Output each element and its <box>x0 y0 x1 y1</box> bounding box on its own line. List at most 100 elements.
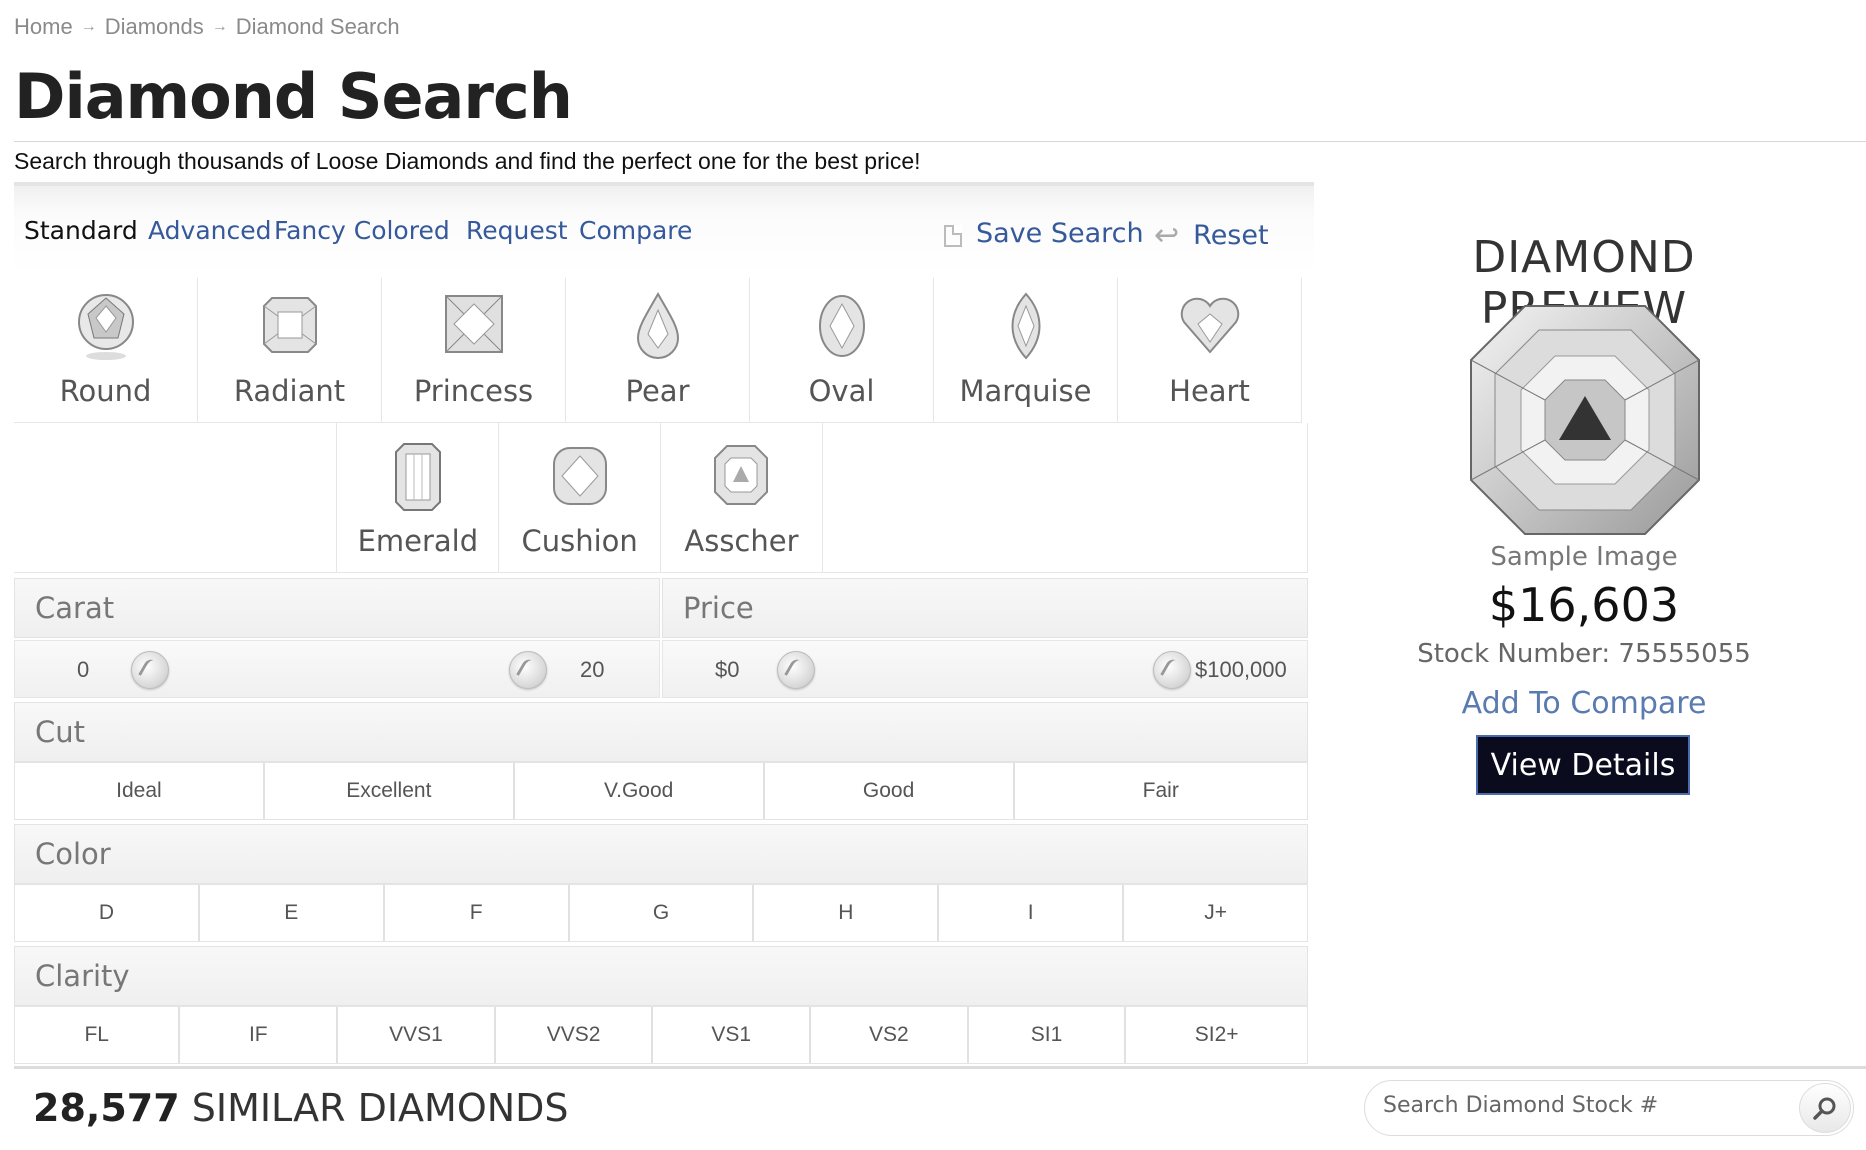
tab-fancy-colored[interactable]: Fancy Colored <box>274 216 450 245</box>
breadcrumb-home[interactable]: Home <box>14 14 73 40</box>
pear-diamond-icon <box>636 292 679 359</box>
shape-emerald[interactable]: Emerald <box>337 423 500 573</box>
price-min-value: $0 <box>715 657 740 682</box>
shape-pear[interactable]: Pear <box>566 278 750 423</box>
arrow-right-icon: → <box>211 18 228 35</box>
cut-option-good[interactable]: Good <box>765 763 1015 819</box>
clarity-option-fl[interactable]: FL <box>15 1007 181 1063</box>
princess-diamond-icon <box>444 295 503 353</box>
shape-label: Princess <box>413 374 534 408</box>
breadcrumb: Home → Diamonds → Diamond Search <box>14 14 400 40</box>
results-number: 28,577 <box>33 1086 180 1130</box>
shape-label: Radiant <box>233 374 346 408</box>
clarity-option-if[interactable]: IF <box>180 1007 339 1063</box>
carat-slider[interactable]: 0 20 <box>14 640 660 698</box>
view-details-button[interactable]: View Details <box>1476 735 1690 795</box>
shape-marquise[interactable]: Marquise <box>934 278 1118 423</box>
shape-label: Pear <box>625 374 690 408</box>
radiant-diamond-icon <box>262 297 317 353</box>
carat-header: Carat <box>14 578 660 638</box>
stock-search-button[interactable] <box>1799 1083 1851 1133</box>
shape-princess[interactable]: Princess <box>382 278 566 423</box>
clarity-option-vvs1[interactable]: VVS1 <box>338 1007 496 1063</box>
document-icon <box>944 224 962 247</box>
cushion-diamond-icon <box>552 447 607 505</box>
shape-selector: Round Radiant Princess Pear Oval Marquis… <box>14 278 1308 573</box>
page-subtitle: Search through thousands of Loose Diamon… <box>14 148 921 174</box>
search-tabs-bar: Standard Advanced Fancy Colored Request … <box>14 182 1314 276</box>
cut-option-vgood[interactable]: V.Good <box>515 763 765 819</box>
breadcrumb-current: Diamond Search <box>235 14 400 39</box>
shape-round[interactable]: Round <box>14 278 198 423</box>
preview-stock-number: Stock Number: 75555055 <box>1417 639 1751 669</box>
shape-row: Round Radiant Princess Pear Oval Marquis… <box>14 278 1308 423</box>
emerald-diamond-icon <box>394 443 441 511</box>
cut-option-excellent[interactable]: Excellent <box>265 763 515 819</box>
asscher-diamond-icon <box>714 445 769 505</box>
color-option-i[interactable]: I <box>939 885 1125 941</box>
heart-diamond-icon <box>1180 297 1239 354</box>
tab-request[interactable]: Request <box>466 216 568 245</box>
shape-spacer <box>822 423 1308 573</box>
color-option-e[interactable]: E <box>200 885 385 941</box>
color-option-f[interactable]: F <box>385 885 570 941</box>
save-search-button[interactable]: Save Search <box>944 218 1144 249</box>
carat-min-handle[interactable] <box>131 651 169 689</box>
price-max-handle[interactable] <box>1153 651 1191 689</box>
tab-compare[interactable]: Compare <box>579 216 692 245</box>
magnifier-icon <box>1813 1097 1836 1120</box>
clarity-option-vs1[interactable]: VS1 <box>653 1007 812 1063</box>
clarity-option-si2-plus[interactable]: SI2+ <box>1126 1007 1307 1063</box>
marquise-diamond-icon <box>1011 292 1040 360</box>
carat-max-value: 20 <box>580 657 605 682</box>
clarity-option-vvs2[interactable]: VVS2 <box>496 1007 654 1063</box>
stock-search <box>1364 1080 1854 1136</box>
price-header: Price <box>662 578 1308 638</box>
color-option-d[interactable]: D <box>15 885 200 941</box>
round-diamond-icon <box>77 294 134 360</box>
breadcrumb-diamonds[interactable]: Diamonds <box>105 14 204 40</box>
shape-asscher[interactable]: Asscher <box>661 423 823 573</box>
clarity-option-si1[interactable]: SI1 <box>969 1007 1127 1063</box>
color-options: D E F G H I J+ <box>14 884 1308 942</box>
color-option-j-plus[interactable]: J+ <box>1124 885 1307 941</box>
cut-header: Cut <box>14 702 1308 762</box>
carat-max-handle[interactable] <box>509 651 547 689</box>
color-option-g[interactable]: G <box>570 885 755 941</box>
results-count: 28,577 SIMILAR DIAMONDS <box>33 1086 569 1130</box>
shape-cushion[interactable]: Cushion <box>499 423 662 573</box>
price-min-handle[interactable] <box>777 651 815 689</box>
preview-price: $16,603 <box>1488 578 1680 632</box>
sample-image-label: Sample Image <box>1490 542 1678 572</box>
results-divider <box>14 1066 1866 1069</box>
tab-advanced[interactable]: Advanced <box>148 216 272 245</box>
shape-spacer <box>14 423 176 573</box>
reset-button[interactable]: ↩ Reset <box>1154 218 1269 253</box>
cut-options: Ideal Excellent V.Good Good Fair <box>14 762 1308 820</box>
back-arrow-icon: ↩ <box>1154 218 1180 253</box>
results-label: SIMILAR DIAMONDS <box>191 1086 569 1130</box>
color-header: Color <box>14 824 1308 884</box>
shape-label: Emerald <box>357 524 479 558</box>
save-search-label: Save Search <box>976 218 1144 249</box>
add-to-compare-link[interactable]: Add To Compare <box>1364 686 1804 721</box>
price-slider[interactable]: $0 $100,000 <box>662 640 1308 698</box>
shape-radiant[interactable]: Radiant <box>198 278 382 423</box>
clarity-options: FL IF VVS1 VVS2 VS1 VS2 SI1 SI2+ <box>14 1006 1308 1064</box>
title-divider <box>14 141 1866 142</box>
shape-label: Heart <box>1169 374 1250 408</box>
shape-oval[interactable]: Oval <box>750 278 934 423</box>
shape-label: Asscher <box>684 524 799 558</box>
tab-standard[interactable]: Standard <box>24 216 138 245</box>
clarity-header: Clarity <box>14 946 1308 1006</box>
price-max-value: $100,000 <box>1195 657 1287 682</box>
cut-option-ideal[interactable]: Ideal <box>15 763 265 819</box>
arrow-right-icon: → <box>80 18 97 35</box>
stock-search-input[interactable] <box>1383 1093 1783 1118</box>
clarity-option-vs2[interactable]: VS2 <box>811 1007 969 1063</box>
color-option-h[interactable]: H <box>754 885 940 941</box>
carat-min-value: 0 <box>77 657 90 682</box>
shape-label: Round <box>59 374 152 408</box>
cut-option-fair[interactable]: Fair <box>1015 763 1308 819</box>
shape-heart[interactable]: Heart <box>1118 278 1302 423</box>
